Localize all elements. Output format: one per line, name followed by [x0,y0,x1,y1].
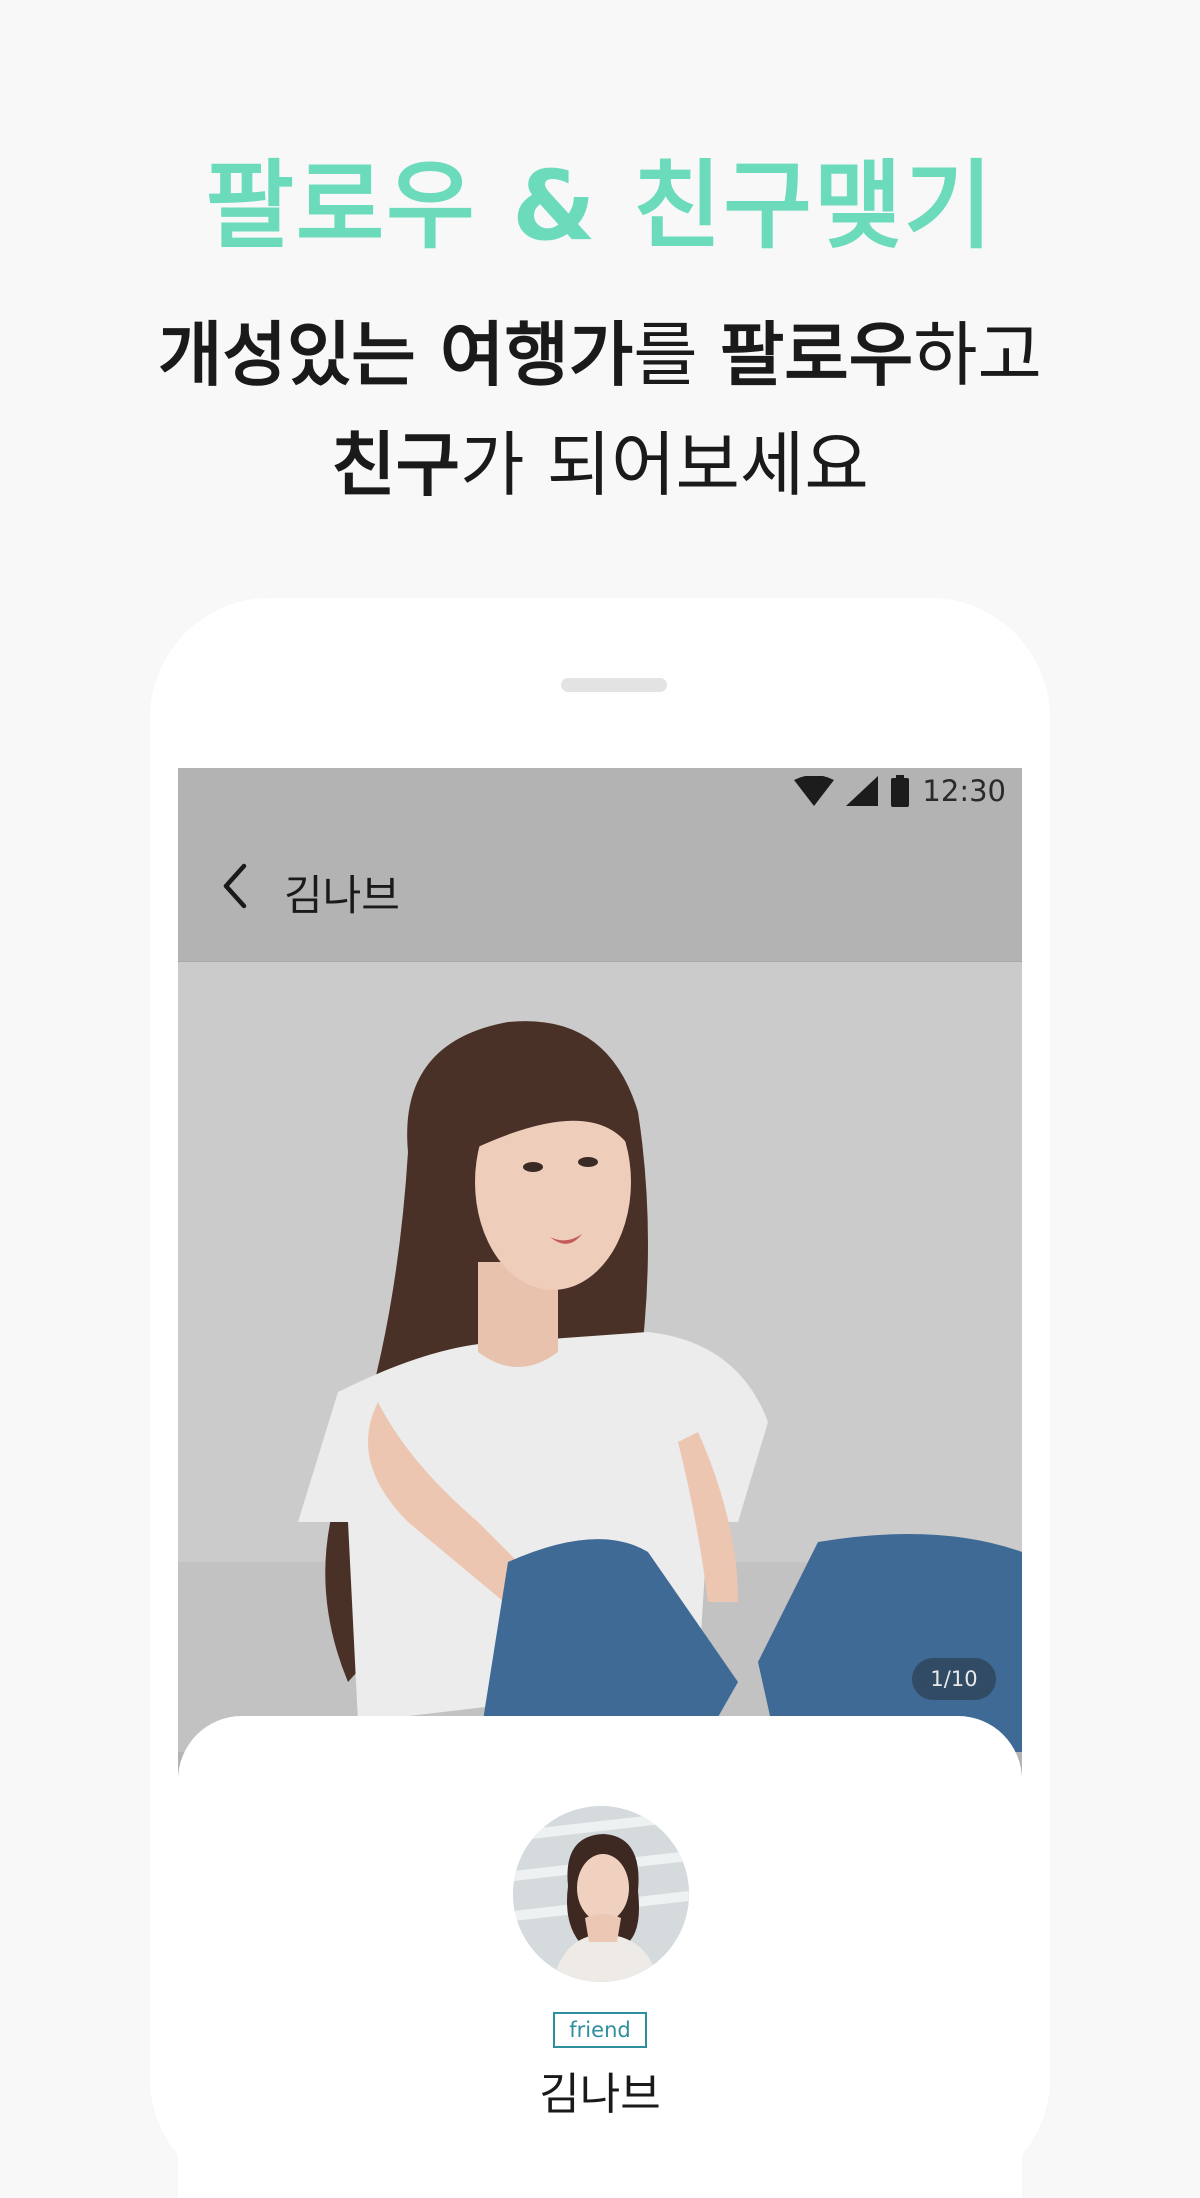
promo-title: 팔로우 & 친구맺기 [205,150,995,262]
text-bold: 개성있는 여행가 [158,314,634,396]
status-time: 12:30 [922,774,1006,808]
phone-speaker [561,678,667,692]
profile-card: friend 김나브 [178,1716,1022,2198]
phone-screen: 12:30 김나브 1/10 friend 김나브 [178,768,1022,2198]
text-normal: 하고 [913,314,1042,396]
signal-icon [846,776,878,810]
status-bar: 12:30 [178,768,1022,826]
photo-counter: 1/10 [912,1658,996,1700]
profile-name: 김나브 [539,2069,661,2120]
text-bold: 팔로우 [719,314,914,396]
text-normal: 가 되어보세요 [460,424,869,506]
profile-photo[interactable]: 1/10 [178,962,1022,1752]
promo-subtitle-line-1: 개성있는 여행가를 팔로우하고 [0,300,1200,410]
person-photo-illustration [178,962,1022,1752]
promo-subtitle: 개성있는 여행가를 팔로우하고 친구가 되어보세요 [0,300,1200,520]
top-app-bar: 김나브 [178,826,1022,962]
promo-subtitle-line-2: 친구가 되어보세요 [0,410,1200,520]
phone-frame: 12:30 김나브 1/10 friend 김나브 [150,598,1050,2198]
friend-badge: friend [553,2012,647,2048]
battery-icon [890,775,910,811]
text-bold: 친구 [331,424,461,506]
header-title: 김나브 [284,871,400,920]
avatar-image [513,1806,689,1982]
status-icons [794,775,910,811]
profile-avatar[interactable] [513,1806,689,1982]
text-normal: 를 [633,314,720,396]
chevron-left-icon [223,863,247,909]
back-button[interactable] [206,856,266,916]
wifi-icon [794,775,834,810]
